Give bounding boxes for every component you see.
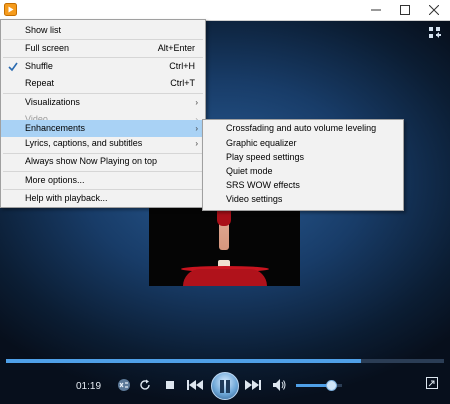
context-menu: Show list Full screen Alt+Enter Shuffle …	[0, 19, 206, 208]
shuffle-icon	[118, 379, 130, 391]
close-icon	[429, 5, 439, 15]
elapsed-time: 01:19	[76, 381, 102, 392]
stop-button[interactable]	[162, 377, 178, 393]
maximize-icon	[400, 5, 410, 15]
video-stage	[183, 269, 267, 286]
close-button[interactable]	[420, 0, 448, 20]
fullscreen-icon[interactable]	[426, 377, 438, 389]
shuffle-button[interactable]	[116, 377, 132, 393]
media-player-window: 01:19 Show list Full screen Alt+Enter Sh…	[0, 0, 450, 404]
menu-item-show-list[interactable]: Show list	[1, 22, 205, 39]
menu-item-lyrics-captions-subtitles[interactable]: Lyrics, captions, and subtitles ›	[1, 135, 205, 152]
speaker-icon	[273, 379, 286, 391]
mute-button[interactable]	[272, 377, 288, 393]
next-button[interactable]	[245, 377, 261, 393]
volume-slider[interactable]	[296, 380, 342, 391]
next-icon	[245, 380, 261, 390]
maximize-button[interactable]	[391, 0, 419, 20]
stop-icon	[166, 381, 174, 389]
menu-item-help-with-playback[interactable]: Help with playback...	[1, 190, 205, 207]
menu-item-visualizations[interactable]: Visualizations ›	[1, 94, 205, 111]
repeat-icon	[140, 379, 150, 390]
play-pause-button[interactable]	[211, 372, 239, 400]
previous-icon	[187, 380, 203, 390]
submenu-arrow-icon: ›	[195, 98, 198, 107]
previous-button[interactable]	[187, 377, 203, 393]
pause-icon	[220, 379, 230, 393]
menu-item-shuffle[interactable]: Shuffle Ctrl+H	[1, 58, 205, 75]
title-bar	[0, 0, 450, 21]
playback-controls: 01:19	[0, 370, 450, 404]
submenu-item-video-settings[interactable]: Video settings	[203, 191, 403, 208]
enhancements-submenu: Crossfading and auto volume leveling Gra…	[202, 119, 404, 211]
volume-thumb[interactable]	[325, 380, 337, 391]
seek-bar[interactable]	[6, 359, 444, 363]
menu-item-full-screen[interactable]: Full screen Alt+Enter	[1, 40, 205, 57]
seek-progress	[6, 359, 361, 363]
menu-item-repeat[interactable]: Repeat Ctrl+T	[1, 75, 205, 92]
media-player-icon[interactable]	[4, 3, 17, 16]
checkmark-icon	[8, 62, 18, 72]
repeat-button[interactable]	[137, 377, 153, 393]
menu-item-more-options[interactable]: More options...	[1, 172, 205, 189]
switch-to-library-icon[interactable]	[428, 26, 442, 40]
minimize-button[interactable]	[362, 0, 390, 20]
menu-item-always-show-now-playing[interactable]: Always show Now Playing on top	[1, 153, 205, 170]
submenu-arrow-icon: ›	[195, 139, 198, 148]
minimize-icon	[371, 9, 381, 11]
